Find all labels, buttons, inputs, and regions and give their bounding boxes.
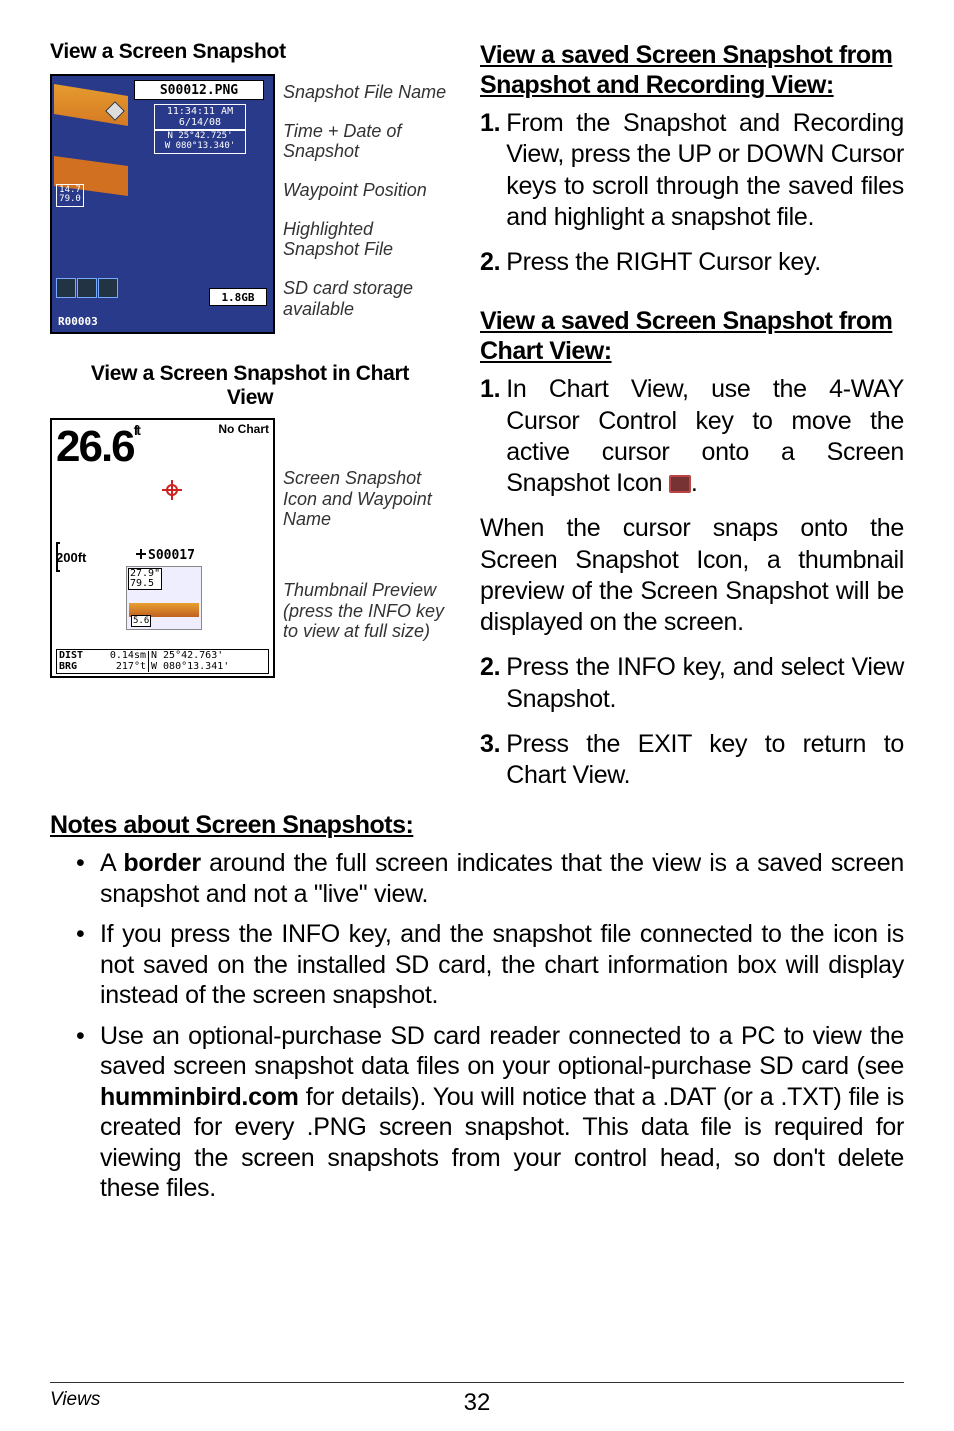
step-1: 1.From the Snapshot and Recording View, …	[480, 108, 904, 233]
note-item: Use an optional-purchase SD card reader …	[76, 1021, 904, 1204]
figure1-annotations: Snapshot File Name Time + Date of Snapsh…	[283, 74, 450, 320]
snapshot-icon	[166, 484, 178, 496]
figure1-title: View a Screen Snapshot	[50, 40, 450, 64]
annotation: Screen Snapshot Icon and Waypoint Name	[283, 468, 450, 530]
section-heading: View a saved Screen Snapshot from Snapsh…	[480, 40, 904, 100]
annotation: Waypoint Position	[283, 180, 450, 201]
snapshot-icon	[669, 475, 691, 493]
note-item: A border around the full screen indicate…	[76, 848, 904, 909]
snapshot-filename: S00012.PNG	[134, 80, 264, 100]
step-2: 2.Press the RIGHT Cursor key.	[480, 247, 904, 278]
chart-view-display: 26.6ft No Chart 200ft S00017 27.9" 79.5 …	[50, 418, 275, 678]
annotation: Time + Date of Snapshot	[283, 121, 450, 162]
snapshot-datetime: 11:34:11 AM 6/14/08	[154, 104, 246, 130]
no-chart-label: No Chart	[218, 422, 269, 436]
annotation: Thumbnail Preview (press the INFO key to…	[283, 580, 450, 642]
waypoint-position: N 25°42.725' W 080°13.340'	[154, 130, 246, 154]
step-3: 3.Press the EXIT key to return to Chart …	[480, 729, 904, 792]
notes-list: A border around the full screen indicate…	[50, 848, 904, 1204]
note-item: If you press the INFO key, and the snaps…	[76, 919, 904, 1011]
figure1: S00012.PNG 11:34:11 AM 6/14/08 N 25°42.7…	[50, 74, 450, 334]
paragraph: When the cursor snaps onto the Screen Sn…	[480, 513, 904, 638]
annotation: Snapshot File Name	[283, 82, 450, 103]
figure2-annotations: Screen Snapshot Icon and Waypoint Name T…	[283, 418, 450, 642]
chart-footer-readout: DIST BRG 0.14sm 217°t N 25°42.763' W 080…	[56, 649, 269, 674]
depth-readout: 14.7 79.0	[56, 184, 84, 207]
filmstrip-icons	[56, 278, 126, 308]
recording-id: R00003	[58, 315, 98, 328]
annotation: Highlighted Snapshot File	[283, 219, 450, 260]
step-2: 2.Press the INFO key, and select View Sn…	[480, 652, 904, 715]
annotation: SD card storage available	[283, 278, 450, 319]
figure2: 26.6ft No Chart 200ft S00017 27.9" 79.5 …	[50, 418, 450, 678]
section-heading: View a saved Screen Snapshot from Chart …	[480, 306, 904, 366]
sd-storage: 1.8GB	[209, 288, 267, 306]
waypoint-name: S00017	[136, 548, 195, 563]
screenshot-view-display: S00012.PNG 11:34:11 AM 6/14/08 N 25°42.7…	[50, 74, 275, 334]
step-1: 1.In Chart View, use the 4-WAY Cursor Co…	[480, 374, 904, 499]
depth-large: 26.6ft	[56, 422, 139, 472]
figure2-title: View a Screen Snapshot in Chart View	[50, 362, 450, 410]
footer-section: Views	[50, 1389, 100, 1411]
thumbnail-values: 27.9" 79.5	[128, 568, 162, 590]
notes-heading: Notes about Screen Snapshots:	[50, 811, 904, 840]
map-scale: 200ft	[56, 550, 86, 565]
page-number: 32	[464, 1389, 491, 1417]
page-footer: Views 32	[50, 1382, 904, 1411]
